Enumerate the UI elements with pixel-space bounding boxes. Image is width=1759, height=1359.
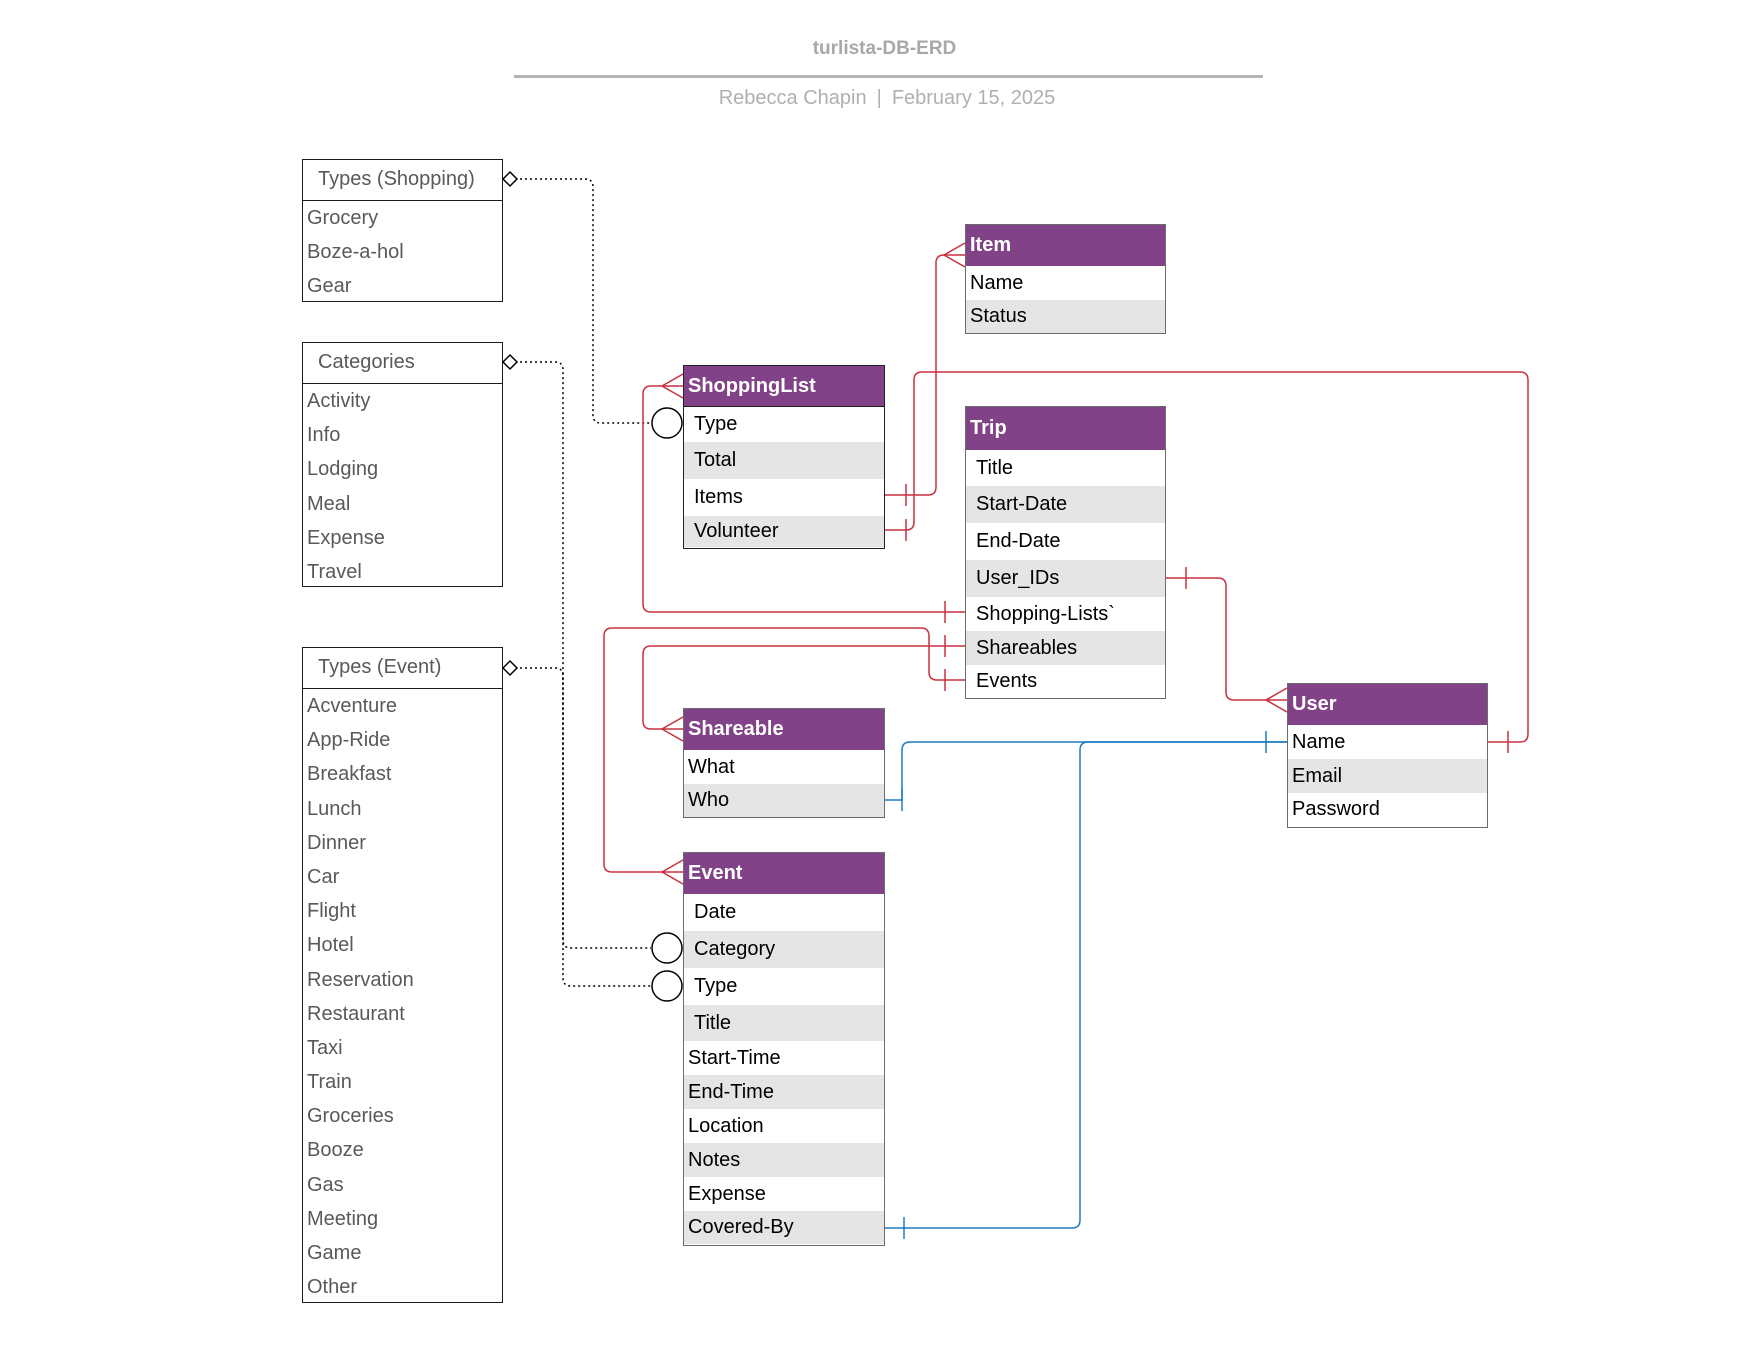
enum-types-shopping[interactable]: Types (Shopping) Grocery Boze-a-hol Gear bbox=[302, 159, 503, 302]
enum-value: Meal bbox=[307, 492, 351, 515]
entity-title: User bbox=[1288, 684, 1487, 725]
optional-circle-icon bbox=[651, 970, 683, 1002]
title-divider bbox=[514, 75, 1263, 78]
relation-coveredby-user bbox=[885, 741, 1287, 1229]
entity-user[interactable]: User Name Email Password bbox=[1287, 683, 1488, 828]
entity-field: Type bbox=[694, 975, 738, 997]
entity-field: User_IDs bbox=[966, 560, 1165, 597]
optional-circle-icon bbox=[651, 407, 683, 439]
enum-value: Activity bbox=[307, 390, 371, 412]
entity-field: Covered-By bbox=[684, 1211, 884, 1244]
entity-title: Shareable bbox=[684, 709, 884, 750]
entity-field: Expense bbox=[688, 1183, 766, 1205]
enum-title: Categories bbox=[303, 343, 502, 384]
enum-types-event[interactable]: Types (Event) Acventure App-Ride Breakfa… bbox=[302, 647, 503, 1303]
entity-field: Shareables bbox=[966, 631, 1165, 665]
enum-value: Gear bbox=[307, 275, 352, 298]
enum-value: App-Ride bbox=[307, 729, 391, 752]
entity-field: Status bbox=[966, 300, 1165, 333]
entity-field: Date bbox=[694, 901, 737, 923]
entity-field: Start-Time bbox=[688, 1047, 781, 1069]
entity-field: Start-Date bbox=[966, 486, 1165, 523]
entity-field: Title bbox=[976, 457, 1014, 479]
author: Rebecca Chapin bbox=[718, 87, 867, 109]
entity-field: End-Time bbox=[684, 1075, 884, 1109]
enum-link-types-shopping bbox=[515, 178, 651, 424]
enum-value: Dinner bbox=[307, 831, 366, 854]
entity-field: Title bbox=[684, 1005, 884, 1041]
crowfoot-icon bbox=[942, 242, 966, 268]
diamond-icon bbox=[501, 659, 519, 677]
diamond-icon bbox=[501, 353, 519, 371]
entity-field: Password bbox=[1292, 798, 1380, 820]
entity-title: Trip bbox=[966, 407, 1165, 450]
crowfoot-icon bbox=[660, 716, 684, 742]
enum-value: Travel bbox=[307, 560, 362, 583]
entity-field: Items bbox=[694, 486, 743, 508]
enum-value: Meeting bbox=[307, 1207, 379, 1230]
entity-field: Name bbox=[970, 272, 1024, 294]
enum-value: Lunch bbox=[307, 797, 362, 820]
enum-categories[interactable]: Categories Activity Info Lodging Meal Ex… bbox=[302, 342, 503, 587]
enum-value: Other bbox=[307, 1276, 358, 1299]
crowfoot-icon bbox=[660, 373, 684, 399]
enum-value: Car bbox=[307, 865, 340, 888]
entity-field: Location bbox=[688, 1115, 764, 1137]
enum-value: Flight bbox=[307, 900, 356, 923]
subtitle-separator: | bbox=[876, 87, 882, 109]
enum-title: Types (Shopping) bbox=[303, 160, 502, 201]
relation-items-item bbox=[885, 254, 965, 496]
diagram-subtitle: Rebecca Chapin | February 15, 2025 bbox=[0, 87, 1759, 110]
entity-field: Category bbox=[684, 931, 884, 968]
enum-value: Acventure bbox=[307, 695, 398, 717]
entity-title: ShoppingList bbox=[684, 366, 884, 407]
entity-title: Event bbox=[684, 853, 884, 894]
entity-title: Item bbox=[966, 225, 1165, 266]
entity-field: Who bbox=[684, 784, 884, 817]
diamond-icon bbox=[501, 170, 519, 188]
enum-value: Boze-a-hol bbox=[307, 241, 404, 264]
entity-item[interactable]: Item Name Status bbox=[965, 224, 1166, 334]
relation-who-user bbox=[885, 741, 1287, 801]
enum-value: Booze bbox=[307, 1139, 364, 1162]
entity-field: Shopping-Lists` bbox=[976, 603, 1115, 625]
entity-field: Total bbox=[684, 442, 884, 479]
entity-field: Notes bbox=[684, 1143, 884, 1177]
enum-link-categories bbox=[515, 361, 651, 949]
entity-field: Type bbox=[694, 413, 738, 435]
enum-value: Groceries bbox=[307, 1105, 394, 1128]
enum-value: Grocery bbox=[307, 207, 379, 229]
enum-link-types-event bbox=[515, 667, 651, 987]
entity-trip[interactable]: Trip Title Start-Date End-Date User_IDs … bbox=[965, 406, 1166, 699]
date: February 15, 2025 bbox=[891, 87, 1056, 109]
enum-value: Lodging bbox=[307, 458, 379, 481]
entity-field: Email bbox=[1288, 759, 1487, 793]
entity-event[interactable]: Event Date Category Type Title Start-Tim… bbox=[683, 852, 885, 1246]
enum-value: Restaurant bbox=[307, 1002, 405, 1025]
entity-field: What bbox=[688, 756, 735, 778]
enum-value: Breakfast bbox=[307, 763, 392, 786]
enum-value: Taxi bbox=[307, 1036, 343, 1059]
enum-value: Reservation bbox=[307, 968, 414, 991]
relation-userids-user bbox=[1166, 577, 1287, 701]
entity-field: End-Date bbox=[976, 530, 1061, 552]
enum-value: Info bbox=[307, 424, 341, 447]
enum-value: Gas bbox=[307, 1173, 344, 1196]
entity-shareable[interactable]: Shareable What Who bbox=[683, 708, 885, 818]
enum-title: Types (Event) bbox=[303, 648, 502, 689]
enum-value: Train bbox=[307, 1071, 352, 1094]
crowfoot-icon bbox=[1264, 687, 1288, 713]
diagram-title: turlista-DB-ERD bbox=[812, 38, 957, 59]
enum-value: Game bbox=[307, 1242, 362, 1264]
enum-value: Hotel bbox=[307, 934, 354, 957]
crowfoot-icon bbox=[660, 859, 684, 885]
optional-circle-icon bbox=[651, 932, 683, 964]
entity-shopping-list[interactable]: ShoppingList Type Total Items Volunteer bbox=[683, 365, 885, 549]
entity-field: Volunteer bbox=[684, 516, 884, 547]
entity-field: Events bbox=[976, 670, 1038, 692]
entity-field: Name bbox=[1292, 731, 1346, 753]
enum-value: Expense bbox=[307, 526, 385, 549]
